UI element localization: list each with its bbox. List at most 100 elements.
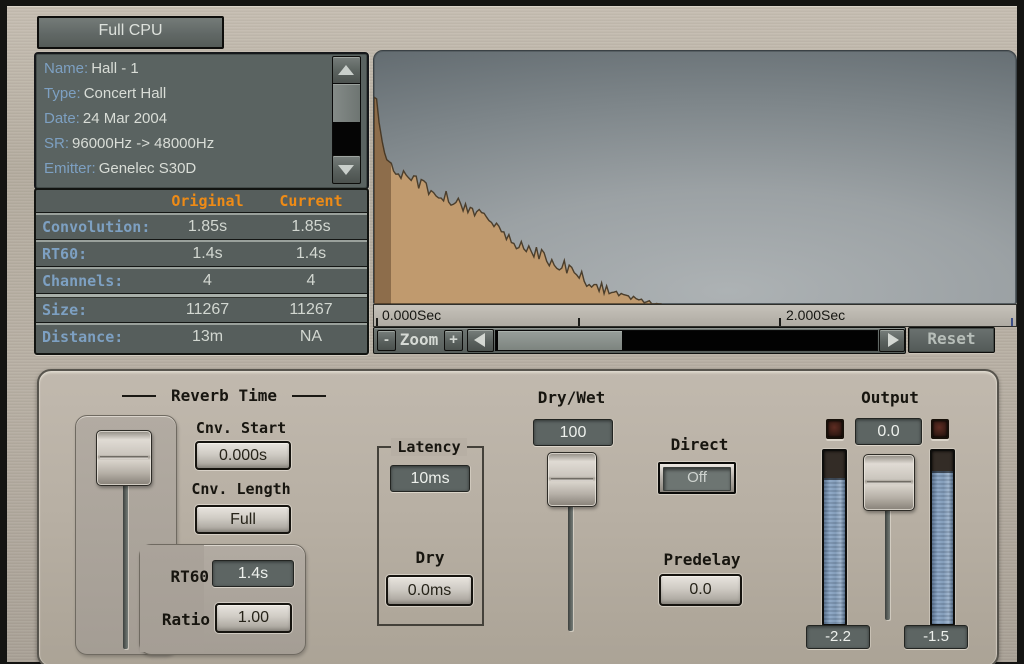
latency-display[interactable]: 10ms: [390, 465, 470, 492]
predelay-button[interactable]: 0.0: [659, 574, 742, 606]
info-line: Emitter:Genelec S30D: [36, 156, 335, 181]
zoom-label: Zoom: [396, 329, 442, 351]
ruler-tick: [376, 318, 378, 326]
dry-wet-fader-handle[interactable]: [547, 452, 597, 507]
ir-info-panel: Name:Hall - 1Type:Concert HallDate:24 Ma…: [34, 52, 369, 190]
cnv-length-button[interactable]: Full: [195, 505, 291, 534]
output-left-db-display: -2.2: [806, 625, 870, 649]
cnv-length-label: Cnv. Length: [181, 480, 301, 498]
panel-join-patch: [140, 545, 204, 652]
reverb-time-title: Reverb Time: [124, 386, 324, 405]
info-line: SR:96000Hz -> 48000Hz: [36, 131, 335, 156]
output-meter-left: [822, 449, 847, 626]
cnv-start-label: Cnv. Start: [185, 419, 297, 437]
info-line: Name:Hall - 1: [36, 56, 335, 81]
output-fader-handle[interactable]: [863, 454, 915, 511]
stats-row: Convolution:1.85s1.85s: [36, 215, 367, 239]
output-gain-display: 0.0: [855, 418, 922, 445]
arrow-left-icon: [474, 333, 485, 347]
ruler-label-2sec: 2.000Sec: [786, 307, 845, 323]
plugin-window: Full CPU Name:Hall - 1Type:Concert HallD…: [7, 6, 1017, 662]
predelay-title: Predelay: [657, 550, 747, 569]
scroll-thumb[interactable]: [333, 84, 360, 122]
scroll-right-button[interactable]: [879, 329, 905, 352]
impulse-response-envelope: [374, 51, 1016, 304]
output-right-db-display: -1.5: [904, 625, 968, 649]
info-field-value: Hall - 1: [91, 60, 139, 77]
info-field-value: 96000Hz -> 48000Hz: [72, 135, 214, 152]
rt60-label: RT60: [155, 567, 209, 586]
full-cpu-button[interactable]: Full CPU: [37, 16, 224, 49]
scroll-left-button[interactable]: [467, 329, 494, 352]
arrow-right-icon: [888, 333, 899, 347]
waveform-scrollbar-thumb[interactable]: [498, 331, 622, 350]
rt60-display: 1.4s: [212, 560, 294, 587]
scroll-down-button[interactable]: [332, 155, 361, 184]
arrow-up-icon: [338, 65, 354, 75]
stats-row-label: Channels:: [36, 272, 160, 290]
cnv-start-button[interactable]: 0.000s: [195, 441, 291, 470]
output-meter-right: [930, 449, 955, 626]
stats-row: Channels:44: [36, 269, 367, 293]
stats-row-label: Distance:: [36, 328, 160, 346]
info-field-label: Date:: [44, 110, 80, 127]
meter-fill-right: [932, 471, 953, 624]
dry-wet-title: Dry/Wet: [524, 388, 619, 407]
stats-row: RT60:1.4s1.4s: [36, 242, 367, 266]
reverb-time-fader-handle[interactable]: [96, 430, 152, 486]
info-field-value: Genelec S30D: [99, 160, 197, 177]
dry-delay-button[interactable]: 0.0ms: [386, 575, 473, 606]
controls-panel: Reverb Time Cnv. Start 0.000s Cnv. Lengt…: [37, 369, 999, 664]
output-title: Output: [854, 388, 926, 407]
stats-current-value: 4: [255, 272, 367, 290]
title-dash-right: [292, 395, 326, 397]
stats-original-value: Original: [160, 192, 255, 210]
stats-row-label: RT60:: [36, 245, 160, 263]
ruler-tick: [1011, 318, 1013, 326]
stats-header-row: OriginalCurrent: [36, 190, 367, 212]
stats-original-value: 1.85s: [160, 218, 255, 236]
info-field-label: Emitter:: [44, 160, 96, 177]
ruler-label-start: 0.000Sec: [382, 307, 441, 323]
info-field-label: Type:: [44, 85, 81, 102]
waveform-scrollbar-track[interactable]: [495, 330, 878, 351]
info-field-value: 24 Mar 2004: [83, 110, 167, 127]
scroll-up-button[interactable]: [332, 56, 361, 85]
arrow-down-icon: [338, 165, 354, 175]
direct-toggle-button[interactable]: Off: [658, 462, 736, 494]
stats-current-value: 1.85s: [255, 218, 367, 236]
stats-row-label: Size:: [36, 301, 160, 319]
stats-original-value: 11267: [160, 301, 255, 319]
stats-original-value: 13m: [160, 328, 255, 346]
ratio-button[interactable]: 1.00: [215, 603, 292, 633]
ir-stats-table: OriginalCurrentConvolution:1.85s1.85sRT6…: [34, 188, 369, 355]
output-left-clip-led: [826, 419, 844, 439]
zoom-out-button[interactable]: -: [377, 330, 396, 351]
info-line: Date:24 Mar 2004: [36, 106, 335, 131]
stats-current-value: Current: [255, 192, 367, 210]
zoom-in-button[interactable]: +: [444, 330, 463, 351]
output-fader-track[interactable]: [885, 506, 890, 620]
meter-fill-left: [824, 478, 845, 624]
time-ruler: 0.000Sec 2.000Sec: [373, 304, 1017, 327]
stats-current-value: NA: [255, 328, 367, 346]
dry-label: Dry: [404, 548, 456, 567]
reset-button[interactable]: Reset: [908, 327, 995, 353]
stats-current-value: 11267: [255, 301, 367, 319]
stats-row: Size:1126711267: [36, 298, 367, 322]
zoom-toolbar: - Zoom +: [373, 327, 906, 354]
stats-row-label: Convolution:: [36, 218, 160, 236]
waveform-display[interactable]: [373, 50, 1017, 305]
info-line: Type:Concert Hall: [36, 81, 335, 106]
dry-wet-fader-track[interactable]: [568, 501, 573, 631]
stats-row: Distance:13mNA: [36, 325, 367, 349]
dry-wet-display: 100: [533, 419, 613, 446]
ratio-label: Ratio: [152, 610, 210, 629]
reverb-time-fader-track[interactable]: [123, 477, 128, 649]
output-right-clip-led: [931, 419, 949, 439]
direct-title: Direct: [657, 435, 742, 454]
info-scrollbar[interactable]: [331, 55, 360, 183]
scroll-track[interactable]: [332, 83, 361, 156]
stats-current-value: 1.4s: [255, 245, 367, 263]
stats-original-value: 4: [160, 272, 255, 290]
